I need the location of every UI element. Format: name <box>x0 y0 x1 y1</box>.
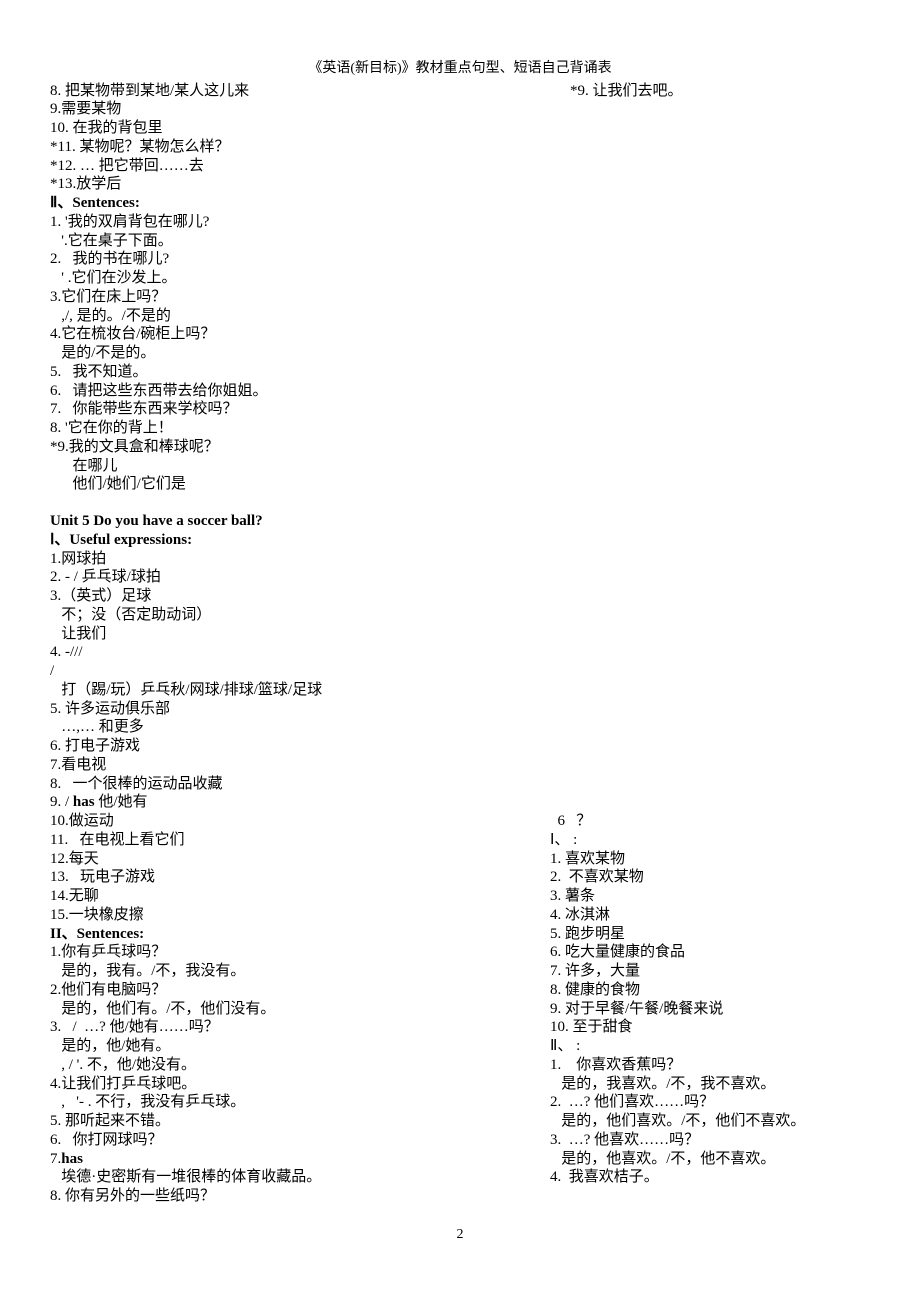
text-line: ' .它们在沙发上。 <box>50 269 870 288</box>
text-line: 是的/不是的。 <box>50 344 870 363</box>
page-number: 2 <box>50 1226 870 1244</box>
top-right-block: *9. 让我们去吧。 <box>570 82 870 195</box>
text-line: 让我们 <box>50 625 870 644</box>
text-line: 打（踢/玩）乒乓秋/网球/排球/篮球/足球 <box>50 681 870 700</box>
text-line: 是的，我喜欢。/不，我不喜欢。 <box>550 1075 870 1094</box>
text-line: 埃德·史密斯有一堆很棒的体育收藏品。 <box>50 1168 550 1187</box>
text-line: 2. 不喜欢某物 <box>550 868 870 887</box>
text-line: 2. - / 乒乓球/球拍 <box>50 568 870 587</box>
text-line: 6. 吃大量健康的食品 <box>550 943 870 962</box>
text-line: , '- . 不行，我没有乒乓球。 <box>50 1093 550 1112</box>
text-line: 4.它在梳妆台/碗柜上吗？ <box>50 325 870 344</box>
text-line: 3.（英式）足球 <box>50 587 870 606</box>
text-line: 9. / has 他/她有 <box>50 793 870 812</box>
text-line: 是的，他喜欢。/不，他不喜欢。 <box>550 1150 870 1169</box>
top-left-block: 8. 把某物带到某地/某人这儿来 9.需要某物 10. 在我的背包里 *11. … <box>50 82 570 195</box>
text-line: 12.每天 <box>50 850 550 869</box>
text-line: 3. …? 他喜欢……吗？ <box>550 1131 870 1150</box>
text-line: 6. 你打网球吗？ <box>50 1131 550 1150</box>
text-line: 10. 至于甜食 <box>550 1018 870 1037</box>
text-line: 6. 请把这些东西带去给你姐姐。 <box>50 382 870 401</box>
text-line: 8. '它在你的背上！ <box>50 419 870 438</box>
text-line: 7. 你能带些东西来学校吗？ <box>50 400 870 419</box>
bold-text: has <box>73 794 95 810</box>
text-line: 他们/她们/它们是 <box>50 475 870 494</box>
text-line: 5. 跑步明星 <box>550 925 870 944</box>
text-line: 10.做运动 <box>50 812 550 831</box>
text-line: 7.看电视 <box>50 756 870 775</box>
text-line: 1. 你喜欢香蕉吗？ <box>550 1056 870 1075</box>
text-line: 3.它们在床上吗？ <box>50 288 870 307</box>
text-line: 6. 打电子游戏 <box>50 737 870 756</box>
text-line: 是的，他们喜欢。/不，他们不喜欢。 <box>550 1112 870 1131</box>
section-label: Ⅰ、Useful expressions: <box>50 531 870 550</box>
text-line: 不；没（否定助动词） <box>50 606 870 625</box>
text-line: 2. …? 他们喜欢……吗？ <box>550 1093 870 1112</box>
section-label: Ⅱ、 : <box>550 1037 870 1056</box>
bold-text: has <box>61 1151 83 1167</box>
text-line: 是的，我有。/不，我没有。 <box>50 962 550 981</box>
section-label: Ⅰ、 : <box>550 831 870 850</box>
text-line: 4. 我喜欢桔子。 <box>550 1168 870 1187</box>
text-line: 4. 冰淇淋 <box>550 906 870 925</box>
text-line: 在哪儿 <box>50 457 870 476</box>
text-line: …,… 和更多 <box>50 718 870 737</box>
text-line: 9.需要某物 <box>50 100 570 119</box>
text-line: 1. 喜欢某物 <box>550 850 870 869</box>
text-line: 13. 玩电子游戏 <box>50 868 550 887</box>
text-line: , / '. 不，他/她没有。 <box>50 1056 550 1075</box>
text-line: 6 ？ <box>550 812 870 831</box>
top-columns: 8. 把某物带到某地/某人这儿来 9.需要某物 10. 在我的背包里 *11. … <box>50 82 870 195</box>
text-line: *11. 某物呢？某物怎么样？ <box>50 138 570 157</box>
text-line: 1. '我的双肩背包在哪儿? <box>50 213 870 232</box>
text-line: 9. 对于早餐/午餐/晚餐来说 <box>550 1000 870 1019</box>
unit-title: Unit 5 Do you have a soccer ball? <box>50 512 870 531</box>
text-line: 8. 健康的食物 <box>550 981 870 1000</box>
unit5-sec1-block: 1.网球拍 2. - / 乒乓球/球拍 3.（英式）足球 不；没（否定助动词） … <box>50 550 870 813</box>
section-label: Ⅱ、Sentences: <box>50 194 870 213</box>
text-line: *13.放学后 <box>50 175 570 194</box>
text-line: 是的，他们有。/不，他们没有。 <box>50 1000 550 1019</box>
text-line: 是的，他/她有。 <box>50 1037 550 1056</box>
spacer <box>50 494 870 512</box>
text-line: / <box>50 662 870 681</box>
text-line: *9.我的文具盒和棒球呢？ <box>50 438 870 457</box>
text-line: 2. 我的书在哪儿? <box>50 250 870 269</box>
document-header: 《英语(新目标)》教材重点句型、短语自己背诵表 <box>50 60 870 78</box>
text-line: ,/, 是的。/不是的 <box>50 307 870 326</box>
text-line: 1.你有乒乓球吗？ <box>50 943 550 962</box>
text-line: 8. 把某物带到某地/某人这儿来 <box>50 82 570 101</box>
bottom-right-block: 6 ？ Ⅰ、 : 1. 喜欢某物 2. 不喜欢某物 3. 薯条 4. 冰淇淋 5… <box>550 812 870 1206</box>
text-line: 7. 许多，大量 <box>550 962 870 981</box>
text-line: 3. / …? 他/她有……吗？ <box>50 1018 550 1037</box>
text-line: '.它在桌子下面。 <box>50 232 870 251</box>
bottom-left-block: 10.做运动 11. 在电视上看它们 12.每天 13. 玩电子游戏 14.无聊… <box>50 812 550 1206</box>
text-line: *9. 让我们去吧。 <box>570 82 870 101</box>
text-line: 1.网球拍 <box>50 550 870 569</box>
text-line: 10. 在我的背包里 <box>50 119 570 138</box>
text-line: 2.他们有电脑吗？ <box>50 981 550 1000</box>
bottom-columns: 10.做运动 11. 在电视上看它们 12.每天 13. 玩电子游戏 14.无聊… <box>50 812 870 1206</box>
text-line: 8. 你有另外的一些纸吗？ <box>50 1187 550 1206</box>
text-line: 11. 在电视上看它们 <box>50 831 550 850</box>
text-line: 5. 我不知道。 <box>50 363 870 382</box>
text-line: *12. … 把它带回……去 <box>50 157 570 176</box>
text-line: 7.has <box>50 1150 550 1169</box>
text-line: 3. 薯条 <box>550 887 870 906</box>
text-line: 5. 许多运动俱乐部 <box>50 700 870 719</box>
text-line: 4.让我们打乒乓球吧。 <box>50 1075 550 1094</box>
text-line: 14.无聊 <box>50 887 550 906</box>
text-line: 8. 一个很棒的运动品收藏 <box>50 775 870 794</box>
section-2-block: 1. '我的双肩背包在哪儿? '.它在桌子下面。 2. 我的书在哪儿? ' .它… <box>50 213 870 494</box>
text-line: 5. 那听起来不错。 <box>50 1112 550 1131</box>
section-label: II、Sentences: <box>50 925 550 944</box>
text-line: 15.一块橡皮擦 <box>50 906 550 925</box>
text-line: 4. -/// <box>50 643 870 662</box>
